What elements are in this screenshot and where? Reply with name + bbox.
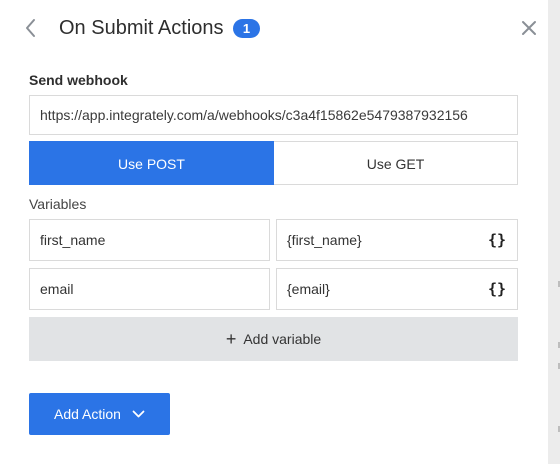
- plus-icon: +: [225, 329, 237, 349]
- add-variable-label: Add variable: [243, 331, 322, 347]
- chevron-down-icon: [132, 410, 145, 418]
- variable-value-input[interactable]: [276, 268, 518, 310]
- page-title: On Submit Actions: [59, 17, 224, 39]
- action-count-badge: 1: [233, 19, 260, 38]
- panel-header: On Submit Actions 1: [0, 0, 548, 56]
- method-toggle: Use POST Use GET: [29, 141, 518, 185]
- add-action-label: Add Action: [54, 406, 121, 422]
- variable-picker-icon[interactable]: {}: [486, 279, 508, 299]
- add-variable-button[interactable]: + Add variable: [29, 317, 518, 361]
- chevron-left-icon[interactable]: [20, 16, 42, 40]
- scroll-edge: [548, 0, 560, 464]
- submit-actions-panel: On Submit Actions 1 Send webhook Use POS…: [0, 0, 548, 464]
- close-icon[interactable]: [518, 17, 540, 39]
- add-action-button[interactable]: Add Action: [29, 393, 170, 435]
- use-post-button[interactable]: Use POST: [29, 141, 274, 185]
- use-get-button[interactable]: Use GET: [274, 141, 518, 185]
- webhook-url-input[interactable]: [29, 95, 518, 135]
- variable-name-input[interactable]: [29, 219, 270, 261]
- variables-label: Variables: [29, 196, 87, 212]
- variable-row: {}: [29, 268, 518, 310]
- variable-name-input[interactable]: [29, 268, 270, 310]
- variable-value-input[interactable]: [276, 219, 518, 261]
- send-webhook-label: Send webhook: [29, 72, 128, 88]
- variable-picker-icon[interactable]: {}: [486, 230, 508, 250]
- variable-row: {}: [29, 219, 518, 261]
